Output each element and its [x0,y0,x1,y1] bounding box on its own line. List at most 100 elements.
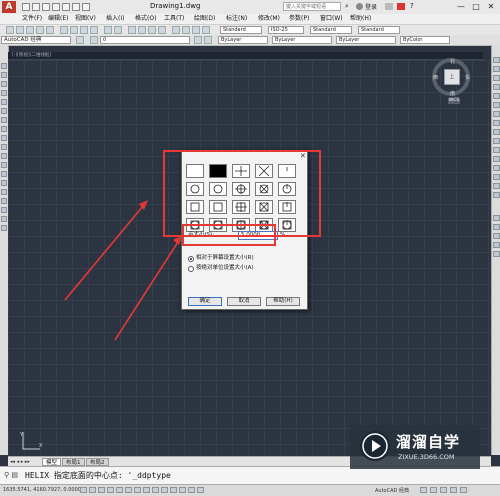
transparency-icon[interactable] [179,487,186,493]
gradient-tool-icon[interactable] [1,198,7,204]
print-icon[interactable] [62,3,70,11]
search-input[interactable]: 键入关键字或短语 [283,2,341,11]
match-properties-icon[interactable] [90,26,98,34]
copy-tool-icon[interactable] [493,66,500,72]
properties-icon[interactable] [172,26,180,34]
selection-cycling-icon[interactable] [197,487,204,493]
compass-west[interactable]: 西 [433,74,438,81]
layer-select[interactable]: 0 [100,36,190,44]
region-tool-icon[interactable] [1,207,7,213]
scale-tool-icon[interactable] [493,120,500,126]
dim-diameter-tool-icon[interactable] [493,242,500,248]
make-current-layer-icon[interactable] [194,36,202,44]
command-customize-icon[interactable]: ⚲ ▤ [4,471,20,481]
tab-model[interactable]: 模型 [42,458,62,466]
exchange-icon[interactable] [385,3,393,10]
design-center-icon[interactable] [182,26,190,34]
polygon-tool-icon[interactable] [1,90,7,96]
radio-relative-label[interactable]: 相对于屏幕设置大小(R) [196,255,254,262]
circle-tool-icon[interactable] [1,117,7,123]
isolate-objects-icon[interactable] [440,487,447,493]
app-logo-icon[interactable]: A [2,1,16,13]
line-tool-icon[interactable] [1,63,7,69]
menu-view[interactable]: 视图(V) [75,15,96,23]
menu-window[interactable]: 窗口(W) [320,15,343,23]
workspace-select[interactable]: AutoCAD 经典 [1,36,71,44]
coordinate-readout[interactable]: 1635.5741, 4160.7927, 0.0000 [3,487,81,493]
menu-edit[interactable]: 编辑(E) [48,15,68,23]
viewport-controls[interactable]: [-][俯视][二维线框] [8,52,483,60]
paste-icon[interactable] [80,26,88,34]
3d-object-snap-icon[interactable] [134,487,141,493]
zoom-window-icon[interactable] [148,26,156,34]
hatch-tool-icon[interactable] [1,189,7,195]
insert-block-tool-icon[interactable] [1,162,7,168]
text-style-select[interactable]: Standard [220,26,262,34]
layer-properties-icon[interactable] [90,36,98,44]
point-tool-icon[interactable] [1,180,7,186]
polar-tracking-icon[interactable] [116,487,123,493]
redo-icon[interactable] [114,26,122,34]
open-file-icon[interactable] [32,3,40,11]
grid-display-icon[interactable] [98,487,105,493]
multiline-text-tool-icon[interactable] [1,225,7,231]
ortho-mode-icon[interactable] [107,487,114,493]
multileader-style-select[interactable]: Standard [358,26,400,34]
dim-angular-tool-icon[interactable] [493,251,500,257]
viewport-controls-label[interactable]: [-][俯视][二维线框] [12,52,51,58]
ellipse-arc-tool-icon[interactable] [1,153,7,159]
tab-layout1[interactable]: 布局1 [62,458,85,466]
save-icon[interactable] [42,3,50,11]
login-link[interactable]: 登录 [365,2,377,11]
save-icon[interactable] [26,26,34,34]
viewcube-top-face[interactable]: 上 [444,69,460,85]
open-icon[interactable] [16,26,24,34]
fillet-tool-icon[interactable] [493,183,500,189]
undo-icon[interactable] [104,26,112,34]
plot-style-select[interactable]: ByColor [400,36,450,44]
dim-aligned-tool-icon[interactable] [493,224,500,230]
extend-tool-icon[interactable] [493,147,500,153]
copy-icon[interactable] [70,26,78,34]
search-icon[interactable]: ⌕ [345,2,353,11]
menu-file[interactable]: 文件(F) [22,15,42,23]
explode-tool-icon[interactable] [493,192,500,198]
rotate-tool-icon[interactable] [493,111,500,117]
compass-east[interactable]: 东 [465,74,470,81]
ellipse-tool-icon[interactable] [1,144,7,150]
quick-properties-icon[interactable] [188,487,195,493]
workspace-settings-icon[interactable] [76,36,84,44]
rectangle-tool-icon[interactable] [1,99,7,105]
table-tool-icon[interactable] [1,216,7,222]
break-tool-icon[interactable] [493,156,500,162]
plot-icon[interactable] [36,26,44,34]
help-button[interactable]: 帮助(H) [266,297,300,306]
clean-screen-icon[interactable] [460,487,467,493]
help-icon[interactable]: ? [410,3,418,10]
zoom-icon[interactable] [138,26,146,34]
menu-tools[interactable]: 工具(T) [164,15,184,23]
dynamic-input-icon[interactable] [161,487,168,493]
radio-absolute-size[interactable] [188,266,194,272]
spline-tool-icon[interactable] [1,135,7,141]
menu-draw[interactable]: 绘图(D) [194,15,215,23]
ok-button[interactable]: 确定 [188,297,222,306]
mirror-tool-icon[interactable] [493,75,500,81]
lock-ui-icon[interactable] [430,487,437,493]
autodesk-app-icon[interactable] [397,3,405,10]
snap-mode-icon[interactable] [89,487,96,493]
dim-radius-tool-icon[interactable] [493,233,500,239]
save-as-icon[interactable] [52,3,60,11]
workspace-switch[interactable]: AutoCAD 经典 [375,487,409,494]
linetype-select[interactable]: ByLayer [272,36,332,44]
cut-icon[interactable] [60,26,68,34]
dynamic-ucs-icon[interactable] [152,487,159,493]
chamfer-tool-icon[interactable] [493,174,500,180]
maximize-button[interactable]: □ [470,1,482,12]
radio-relative-size[interactable] [188,256,194,262]
polyline-tool-icon[interactable] [1,81,7,87]
new-icon[interactable] [6,26,14,34]
dim-style-select[interactable]: ISO-25 [268,26,304,34]
erase-tool-icon[interactable] [493,57,500,63]
close-button[interactable]: ✕ [485,1,497,12]
